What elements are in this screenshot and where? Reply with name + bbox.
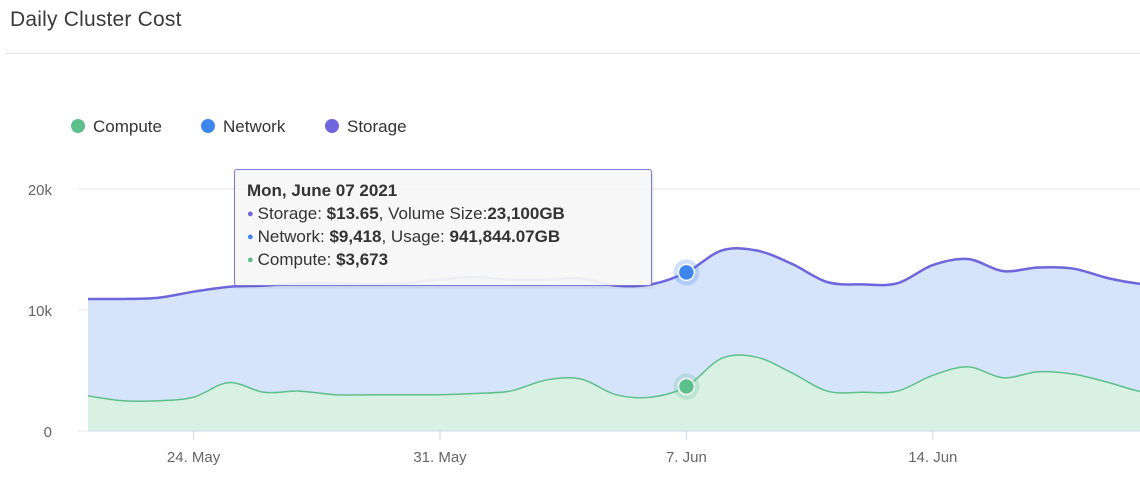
y-tick-label: 20k (28, 182, 53, 199)
legend-item-label: Network (223, 117, 286, 136)
compute-hover-marker (677, 377, 696, 396)
legend-item-label: Storage (347, 117, 407, 136)
network-hover-marker (677, 263, 696, 282)
x-tick-label: 24. May (167, 449, 221, 466)
legend-item-label: Compute (93, 117, 162, 136)
tooltip-storage-extra-value: 23,100GB (487, 204, 565, 223)
tooltip-date: Mon, June 07 2021 (247, 181, 398, 200)
y-axis-ticks: 0 10k 20k (28, 182, 53, 441)
tooltip-compute-row: ● Compute: $3,673 (247, 250, 639, 270)
y-tick-label: 0 (44, 424, 52, 441)
tooltip-compute-label: Compute: (257, 250, 332, 269)
y-tick-label: 10k (28, 303, 53, 320)
legend: Compute Network Storage (71, 117, 407, 136)
tooltip-compute-value: $3,673 (336, 250, 389, 269)
tooltip-network-value: $9,418 (329, 227, 382, 246)
legend-marker-icon (325, 119, 339, 133)
legend-marker-icon (71, 119, 85, 133)
tooltip-network-label: Network: (257, 227, 325, 246)
chart-tooltip: Mon, June 07 2021 ● Storage: $13.65, Volu… (234, 169, 652, 286)
x-tick-label: 7. Jun (666, 449, 707, 466)
legend-marker-icon (201, 119, 215, 133)
tooltip-storage-extra-label: , Volume Size: (378, 204, 488, 223)
storage-dot-icon: ● (247, 208, 254, 220)
tooltip-network-row: ● Network: $9,418, Usage: 941,844.07GB (247, 227, 639, 247)
tooltip-storage-row: ● Storage: $13.65, Volume Size:23,100GB (247, 204, 639, 224)
tooltip-storage-value: $13.65 (326, 204, 379, 223)
compute-dot-icon: ● (247, 254, 254, 266)
x-axis: 24. May 31. May 7. Jun 14. Jun (88, 430, 1140, 466)
x-tick-label: 31. May (413, 449, 467, 466)
tooltip-storage-label: Storage: (257, 204, 322, 223)
network-dot-icon: ● (247, 231, 254, 243)
x-tick-label: 14. Jun (908, 449, 957, 466)
tooltip-network-extra-value: 941,844.07GB (449, 227, 561, 246)
tooltip-network-extra-label: , Usage: (381, 227, 445, 246)
